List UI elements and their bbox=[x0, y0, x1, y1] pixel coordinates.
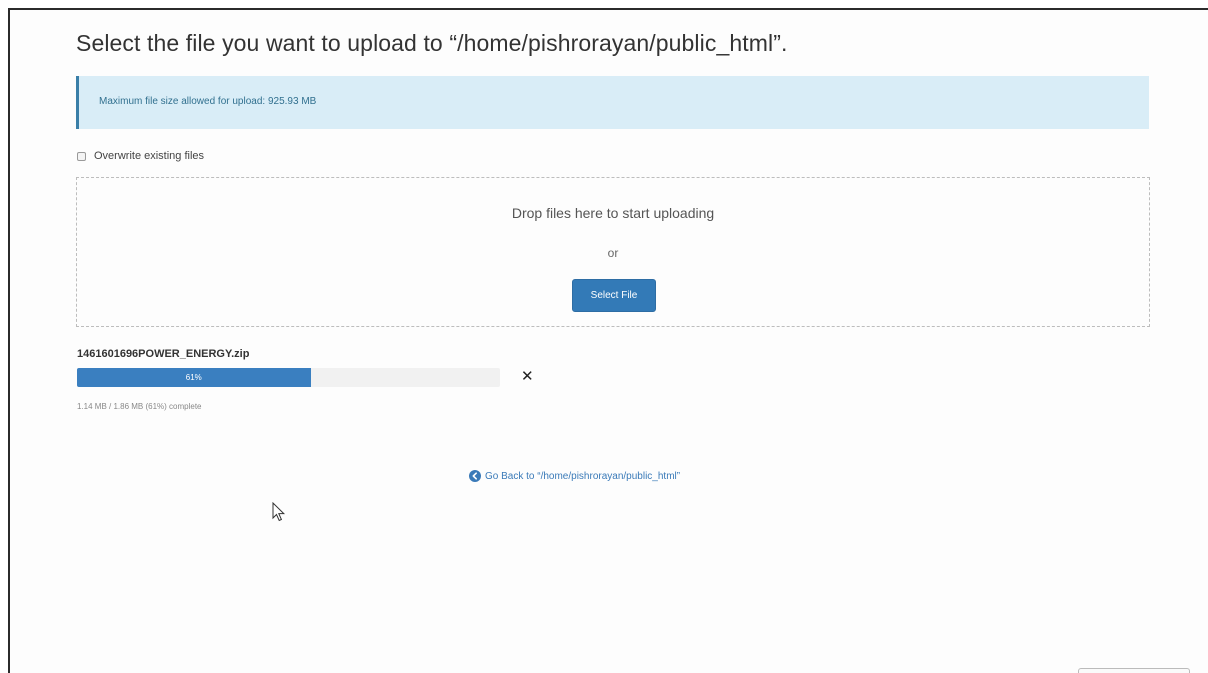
mouse-pointer-icon bbox=[272, 502, 286, 522]
window-edge bbox=[1078, 668, 1190, 673]
or-separator: or bbox=[607, 246, 619, 260]
close-icon[interactable]: ✕ bbox=[521, 369, 534, 384]
select-file-button[interactable]: Select File bbox=[572, 279, 656, 312]
upload-progress-bar: 61% bbox=[77, 368, 500, 387]
alert-text: Maximum file size allowed for upload: 92… bbox=[99, 96, 317, 107]
upload-filename: 1461601696POWER_ENERGY.zip bbox=[77, 348, 250, 360]
go-back-link[interactable]: Go Back to “/home/pishrorayan/public_htm… bbox=[469, 470, 680, 482]
page-title: Select the file you want to upload to “/… bbox=[76, 30, 788, 56]
circle-arrow-left-icon bbox=[469, 470, 481, 482]
upload-status: 1.14 MB / 1.86 MB (61%) complete bbox=[77, 402, 202, 411]
go-back-label[interactable]: Go Back to “/home/pishrorayan/public_htm… bbox=[485, 471, 680, 482]
drop-zone[interactable]: Drop files here to start uploading or Se… bbox=[76, 177, 1150, 327]
overwrite-label[interactable]: Overwrite existing files bbox=[94, 150, 204, 162]
upload-progress-fill: 61% bbox=[77, 368, 311, 387]
drop-zone-text: Drop files here to start uploading bbox=[511, 205, 715, 221]
max-file-size-alert: Maximum file size allowed for upload: 92… bbox=[76, 76, 1149, 129]
overwrite-checkbox[interactable] bbox=[77, 151, 86, 161]
overwrite-option[interactable]: Overwrite existing files bbox=[77, 150, 204, 162]
